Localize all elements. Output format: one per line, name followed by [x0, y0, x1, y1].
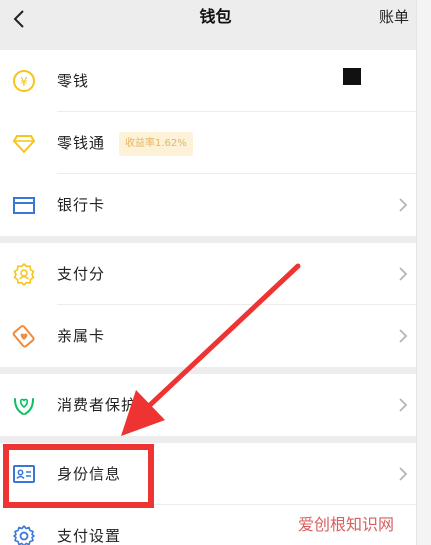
row-consumer-protection[interactable]: 消费者保护 [0, 374, 416, 436]
row-family-card[interactable]: 亲属卡 [0, 305, 416, 367]
row-pay-score[interactable]: 支付分 [0, 243, 416, 305]
row-bank-card[interactable]: 银行卡 [0, 174, 416, 236]
coin-yen-icon: ¥ [13, 70, 35, 92]
row-consumer-protection-label: 消费者保护 [57, 396, 138, 414]
top-bar: 钱包 账单 [0, 0, 431, 50]
wallet-group-protection: 消费者保护 [0, 374, 416, 436]
consumer-protection-icon [14, 398, 34, 415]
diamond-icon [13, 135, 35, 153]
row-pay-settings-label: 支付设置 [57, 527, 122, 545]
chevron-right-icon [399, 198, 408, 212]
gear-icon [13, 525, 35, 545]
highlight-box [3, 444, 154, 508]
bank-card-icon [13, 197, 35, 214]
yield-badge: 收益率1.62% [119, 132, 193, 156]
row-pay-score-label: 支付分 [57, 265, 106, 283]
family-card-icon [12, 325, 35, 348]
chevron-right-icon [399, 329, 408, 343]
pay-score-icon [13, 263, 35, 286]
wallet-group-services: 支付分 亲属卡 [0, 243, 416, 367]
row-bank-card-label: 银行卡 [57, 196, 106, 214]
chevron-right-icon [399, 467, 408, 481]
redaction-square [343, 68, 361, 85]
svg-text:¥: ¥ [20, 75, 28, 89]
page-title: 钱包 [199, 7, 232, 26]
chevron-right-icon [399, 398, 408, 412]
row-change-pass[interactable]: 零钱通 [0, 112, 416, 174]
scrollbar[interactable] [416, 0, 431, 545]
row-family-card-label: 亲属卡 [57, 327, 106, 345]
row-change-label: 零钱 [57, 72, 90, 90]
chevron-right-icon [399, 267, 408, 281]
watermark-text: 爱创根知识网 [298, 515, 395, 534]
bills-link[interactable]: 账单 [379, 4, 409, 30]
row-change-pass-label: 零钱通 [57, 134, 106, 152]
